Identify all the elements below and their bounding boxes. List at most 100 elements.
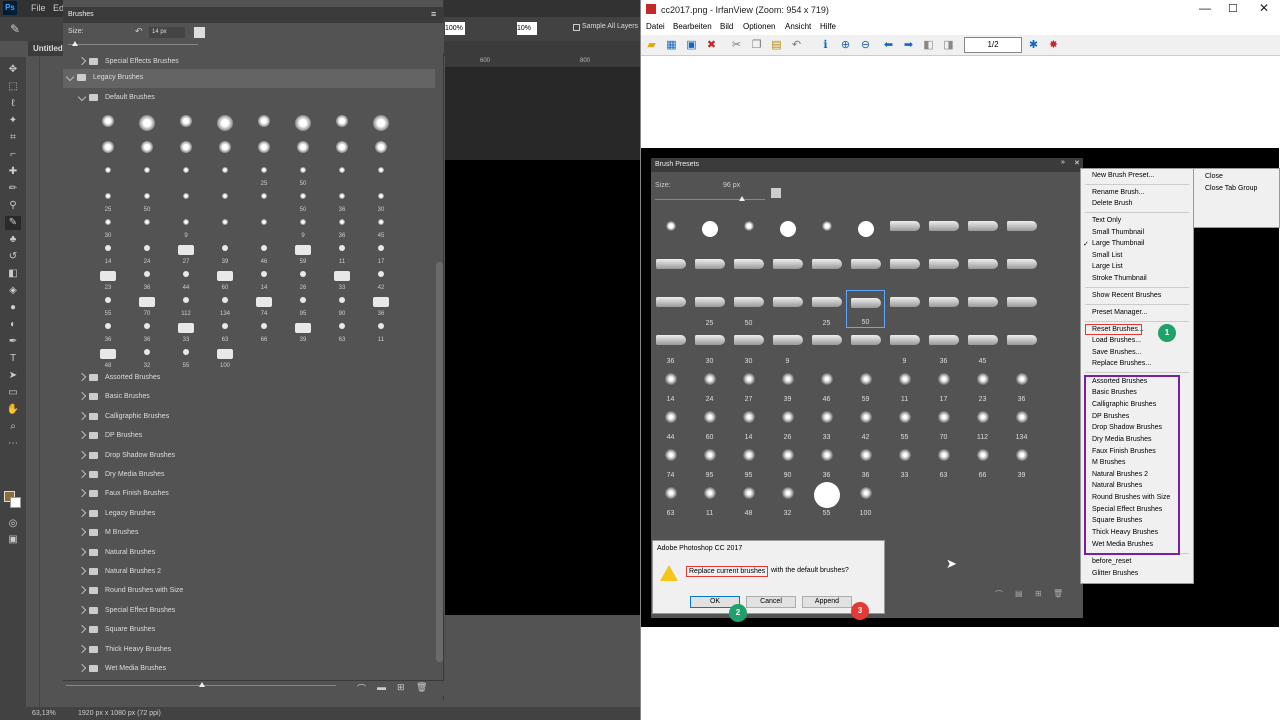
healing-icon[interactable]: ✚ (5, 165, 21, 179)
brush-thumbnail[interactable]: 23 (89, 265, 127, 291)
brush-thumbnail[interactable]: 63 (323, 317, 361, 343)
brush-thumbnail[interactable] (167, 109, 205, 135)
preset-thumbnail[interactable] (846, 214, 885, 252)
preset-thumbnail[interactable]: 50 (846, 290, 885, 328)
brush-thumbnail[interactable] (206, 109, 244, 135)
expand-chevron-icon[interactable] (77, 430, 87, 440)
brush-thumbnail[interactable]: 70 (128, 291, 166, 317)
brush-thumbnail[interactable]: 14 (89, 239, 127, 265)
presets-collapse-icon[interactable]: » (1061, 159, 1065, 166)
preset-thumbnail[interactable] (768, 214, 807, 252)
eyedropper-icon[interactable]: ⌐ (5, 148, 21, 162)
preset-thumbnail[interactable]: 63 (924, 442, 963, 480)
brush-thumbnail[interactable]: 59 (284, 239, 322, 265)
brush-icon[interactable]: ✎ (5, 216, 21, 230)
preset-thumbnail[interactable] (924, 214, 963, 252)
brush-thumbnail[interactable]: 45 (362, 213, 400, 239)
brush-group-row[interactable]: Calligraphic Brushes (63, 408, 435, 427)
brush-settings-icon[interactable] (194, 27, 205, 38)
preset-thumbnail[interactable]: 9 (885, 328, 924, 366)
brush-group-row[interactable]: M Brushes (63, 524, 435, 543)
zoom-in-icon[interactable]: ⊕ (838, 38, 853, 53)
presets-recent-icon[interactable]: ⌒ (995, 589, 1003, 600)
brush-thumbnail[interactable]: 48 (89, 343, 127, 369)
brush-thumbnail[interactable]: 95 (284, 291, 322, 317)
preset-thumbnail[interactable]: 24 (690, 366, 729, 404)
brush-thumbnail[interactable]: 55 (89, 291, 127, 317)
close-icon[interactable]: ✕ (1259, 1, 1269, 15)
context-menu-item[interactable]: Load Brushes... (1092, 337, 1141, 344)
context-menu-item[interactable]: Large List (1092, 263, 1123, 270)
menu-ansicht[interactable]: Ansicht (785, 22, 811, 31)
brush-thumbnail[interactable]: 36 (323, 213, 361, 239)
presets-new-icon[interactable]: ⊞ (1035, 589, 1042, 598)
preset-thumbnail[interactable] (729, 214, 768, 252)
brush-thumbnail[interactable] (245, 187, 283, 213)
expand-chevron-icon[interactable] (77, 586, 87, 595)
delete-icon[interactable]: ✖ (704, 38, 719, 53)
undo-icon[interactable]: ↶ (789, 38, 804, 53)
brush-thumbnail[interactable] (128, 213, 166, 239)
brush-thumbnail[interactable]: 55 (167, 343, 205, 369)
canvas-document[interactable] (445, 160, 640, 615)
brush-group-row[interactable]: Legacy Brushes (63, 505, 435, 524)
brush-thumbnail[interactable] (245, 213, 283, 239)
brush-thumbnail[interactable]: 9 (284, 213, 322, 239)
menu-datei[interactable]: Datei (646, 22, 665, 31)
brush-thumbnail[interactable]: 25 (89, 187, 127, 213)
append-button[interactable]: Append (802, 596, 852, 608)
preset-thumbnail[interactable]: 100 (846, 480, 885, 518)
preset-thumbnail[interactable]: 14 (651, 366, 690, 404)
preset-thumbnail[interactable] (768, 252, 807, 290)
context-menu-item[interactable]: Save Brushes... (1092, 349, 1141, 356)
preset-thumbnail[interactable] (1002, 328, 1041, 366)
brush-thumbnail[interactable] (128, 135, 166, 161)
zoom-field[interactable]: 100% (445, 22, 465, 35)
brush-thumbnail[interactable]: 60 (206, 265, 244, 291)
delete-brush-icon[interactable]: 🗑 (416, 682, 427, 693)
preset-thumbnail[interactable]: 44 (651, 404, 690, 442)
paint-bucket-icon[interactable]: ◈ (5, 284, 21, 298)
brush-group-row[interactable]: Natural Brushes 2 (63, 563, 435, 582)
preset-thumbnail[interactable] (924, 290, 963, 328)
group-legacy-expanded[interactable]: Legacy Brushes (63, 69, 435, 88)
brush-thumbnail[interactable]: 46 (245, 239, 283, 265)
brush-thumbnail[interactable]: 42 (362, 265, 400, 291)
page-indicator[interactable]: 1/2 (964, 37, 1022, 53)
maximize-icon[interactable]: ☐ (1228, 2, 1238, 15)
expand-chevron-icon[interactable] (77, 605, 87, 615)
brush-group-row[interactable]: Basic Brushes (63, 388, 435, 407)
brush-thumbnail[interactable]: 27 (167, 239, 205, 265)
footer-slider-handle[interactable] (199, 682, 205, 687)
brush-thumbnail[interactable]: 134 (206, 291, 244, 317)
preset-thumbnail[interactable]: 11 (690, 480, 729, 518)
preset-thumbnail[interactable]: 95 (729, 442, 768, 480)
preset-thumbnail[interactable] (807, 214, 846, 252)
brush-thumbnail[interactable] (323, 109, 361, 135)
brush-thumbnail[interactable] (167, 187, 205, 213)
brush-thumbnail[interactable]: 50 (128, 187, 166, 213)
preset-thumbnail[interactable]: 23 (963, 366, 1002, 404)
brush-thumbnail[interactable]: 26 (284, 265, 322, 291)
preset-thumbnail[interactable]: 9 (768, 328, 807, 366)
brush-thumbnail[interactable]: 39 (284, 317, 322, 343)
context-menu-item[interactable]: Stroke Thumbnail (1092, 275, 1147, 282)
expand-chevron-icon[interactable] (77, 392, 87, 401)
preset-thumbnail[interactable]: 95 (690, 442, 729, 480)
expand-chevron-icon[interactable] (77, 644, 87, 653)
expand-chevron-icon[interactable] (77, 469, 87, 479)
preset-thumbnail[interactable]: 45 (963, 328, 1002, 366)
brush-thumbnail[interactable]: 11 (362, 317, 400, 343)
context-menu-item[interactable]: Replace Brushes... (1092, 360, 1151, 367)
brush-thumbnail[interactable]: 17 (362, 239, 400, 265)
context-menu-item[interactable]: Glitter Brushes (1092, 570, 1138, 577)
clone-icon[interactable]: ⚲ (5, 199, 21, 213)
brush-group-row[interactable]: Drop Shadow Brushes (63, 447, 435, 466)
brush-thumbnail[interactable] (206, 213, 244, 239)
preset-thumbnail[interactable]: 36 (1002, 366, 1041, 404)
minimize-icon[interactable]: — (1199, 1, 1211, 15)
more-tools-icon[interactable]: ⋯ (5, 437, 21, 451)
preset-thumbnail[interactable]: 36 (807, 442, 846, 480)
brush-thumbnail[interactable]: 36 (362, 291, 400, 317)
settings-icon[interactable]: ✱ (1026, 38, 1041, 53)
